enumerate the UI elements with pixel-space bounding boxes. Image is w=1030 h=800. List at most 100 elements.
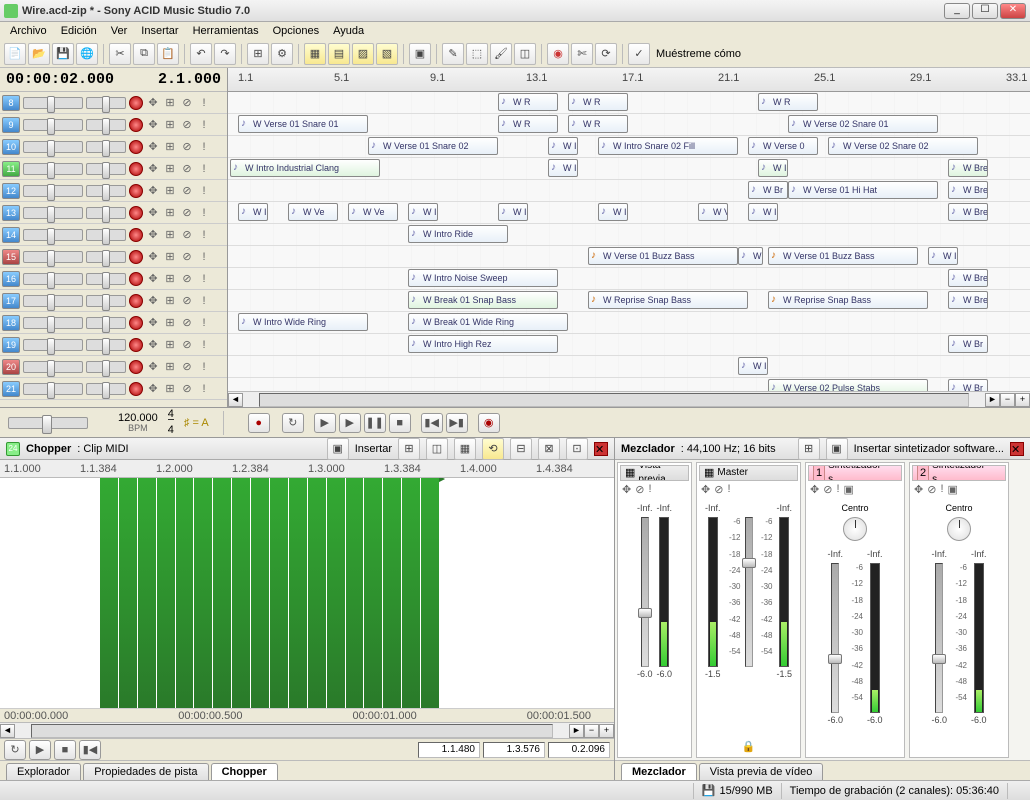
channel-title[interactable]: 1Sintetizador s...	[808, 465, 902, 481]
help-icon[interactable]: ✓	[628, 43, 650, 65]
volume-slider[interactable]	[23, 339, 83, 351]
track-header[interactable]: 14 ✥ ⊞ ⊘ !	[0, 224, 227, 246]
ch-tool-3[interactable]: ▦	[454, 438, 476, 460]
arm-record-button[interactable]	[129, 118, 143, 132]
track-header[interactable]: 12 ✥ ⊞ ⊘ !	[0, 180, 227, 202]
warn-icon[interactable]: !	[197, 228, 211, 242]
clip[interactable]: W I	[598, 203, 628, 221]
pan-dial[interactable]	[843, 517, 867, 541]
clip[interactable]: W Bre	[948, 181, 988, 199]
track-header[interactable]: 11 ✥ ⊞ ⊘ !	[0, 158, 227, 180]
pan-slider[interactable]	[86, 251, 126, 263]
track-number[interactable]: 9	[2, 117, 20, 133]
track-row[interactable]: W BrW Verse 01 Hi HatW Bre	[228, 180, 1030, 202]
save-button[interactable]: 💾	[52, 43, 74, 65]
volume-slider[interactable]	[23, 273, 83, 285]
arm-record-button[interactable]	[129, 382, 143, 396]
clip[interactable]: W Verse 01 Hi Hat	[788, 181, 938, 199]
minimize-button[interactable]: _	[944, 3, 970, 19]
track-row[interactable]: W Intro High RezW Br	[228, 334, 1030, 356]
clip[interactable]: W R	[758, 93, 818, 111]
clip[interactable]: W Ve	[288, 203, 338, 221]
play-start-button[interactable]: ▶	[314, 413, 336, 433]
tab-chopper[interactable]: Chopper	[211, 763, 278, 780]
pan-slider[interactable]	[86, 273, 126, 285]
warn-icon[interactable]: !	[197, 206, 211, 220]
clip[interactable]: W Verse 0	[748, 137, 818, 155]
mute-icon[interactable]: ⊞	[163, 382, 177, 396]
draw-tool-1[interactable]: ▦	[304, 43, 326, 65]
clip[interactable]: W I	[748, 203, 778, 221]
fx-icon[interactable]: ✥	[146, 118, 160, 132]
volume-slider[interactable]	[23, 383, 83, 395]
pan-slider[interactable]	[86, 185, 126, 197]
arm-record-button[interactable]	[129, 316, 143, 330]
warn-icon[interactable]: !	[648, 483, 651, 499]
timeline-hscroll[interactable]: ◄ ► − +	[228, 391, 1030, 407]
mute-icon[interactable]: ⊞	[163, 184, 177, 198]
fx-icon[interactable]: ✥	[146, 96, 160, 110]
ch-stop-button[interactable]: ■	[54, 740, 76, 760]
fx-icon[interactable]: ✥	[146, 184, 160, 198]
midi-note[interactable]	[138, 478, 156, 708]
volume-slider[interactable]	[23, 251, 83, 263]
clip[interactable]: W Reprise Snap Bass	[588, 291, 748, 309]
clip[interactable]: W V	[738, 247, 763, 265]
lock-icon[interactable]: 🔒	[699, 740, 798, 753]
arm-record-button[interactable]	[129, 184, 143, 198]
ch-scroll-right[interactable]: ►	[569, 724, 584, 738]
midi-note[interactable]	[383, 478, 401, 708]
chopper-close-icon[interactable]: ✕	[594, 442, 608, 456]
zoom-in-icon[interactable]: +	[1015, 393, 1030, 407]
arm-record-button[interactable]	[129, 360, 143, 374]
fx-icon[interactable]: ✥	[146, 228, 160, 242]
publish-button[interactable]: 🌐	[76, 43, 98, 65]
solo-icon[interactable]: ⊘	[180, 250, 194, 264]
loop-button[interactable]: ↻	[282, 413, 304, 433]
solo-icon[interactable]: ⊘	[180, 96, 194, 110]
track-number[interactable]: 16	[2, 271, 20, 287]
pan-slider[interactable]	[86, 383, 126, 395]
midi-note[interactable]	[289, 478, 307, 708]
arm-record-button[interactable]	[129, 294, 143, 308]
arm-record-button[interactable]	[129, 272, 143, 286]
mute-icon[interactable]: ⊞	[163, 360, 177, 374]
link-button[interactable]: ⟳	[595, 43, 617, 65]
volume-slider[interactable]	[23, 97, 83, 109]
solo-icon[interactable]: ⊘	[180, 140, 194, 154]
insert-synth-label[interactable]: Insertar sintetizador software...	[854, 443, 1004, 455]
clip[interactable]: W Ve	[348, 203, 398, 221]
clip[interactable]: W Verse 01 Buzz Bass	[768, 247, 918, 265]
timeline-rows[interactable]: W RW RW RW Verse 01 Snare 01W RW RW Vers…	[228, 92, 1030, 391]
solo-icon[interactable]: ⊘	[180, 228, 194, 242]
solo-icon[interactable]: ⊘	[180, 338, 194, 352]
solo-icon[interactable]: ⊘	[180, 118, 194, 132]
ch-zoom-out[interactable]: −	[584, 724, 599, 738]
prev-button[interactable]: ▮◀	[421, 413, 443, 433]
track-header[interactable]: 8 ✥ ⊞ ⊘ !	[0, 92, 227, 114]
end-button[interactable]: ◉	[478, 413, 500, 433]
volume-slider[interactable]	[23, 207, 83, 219]
draw-tool-3[interactable]: ▨	[352, 43, 374, 65]
mute-icon[interactable]: ⊞	[163, 228, 177, 242]
track-header[interactable]: 21 ✥ ⊞ ⊘ !	[0, 378, 227, 400]
channel-title[interactable]: ▦Vista previa	[620, 465, 689, 481]
menu-ayuda[interactable]: Ayuda	[327, 23, 370, 39]
midi-note[interactable]	[308, 478, 326, 708]
edit-icon[interactable]: ▣	[948, 483, 958, 499]
ch-tool-6[interactable]: ⊠	[538, 438, 560, 460]
fx-icon[interactable]: ✥	[146, 360, 160, 374]
pause-button[interactable]: ❚❚	[364, 413, 386, 433]
automation-button[interactable]: ⚙	[271, 43, 293, 65]
track-number[interactable]: 20	[2, 359, 20, 375]
fx-icon[interactable]: ✥	[146, 294, 160, 308]
clip[interactable]: W Br	[948, 335, 988, 353]
warn-icon[interactable]: !	[197, 96, 211, 110]
fx-icon[interactable]: ✥	[146, 272, 160, 286]
midi-note[interactable]	[176, 478, 194, 708]
arm-record-button[interactable]	[129, 338, 143, 352]
help-label[interactable]: Muéstreme cómo	[656, 48, 741, 60]
fx-icon[interactable]: ✥	[146, 382, 160, 396]
midi-note[interactable]	[346, 478, 364, 708]
volume-slider[interactable]	[23, 185, 83, 197]
